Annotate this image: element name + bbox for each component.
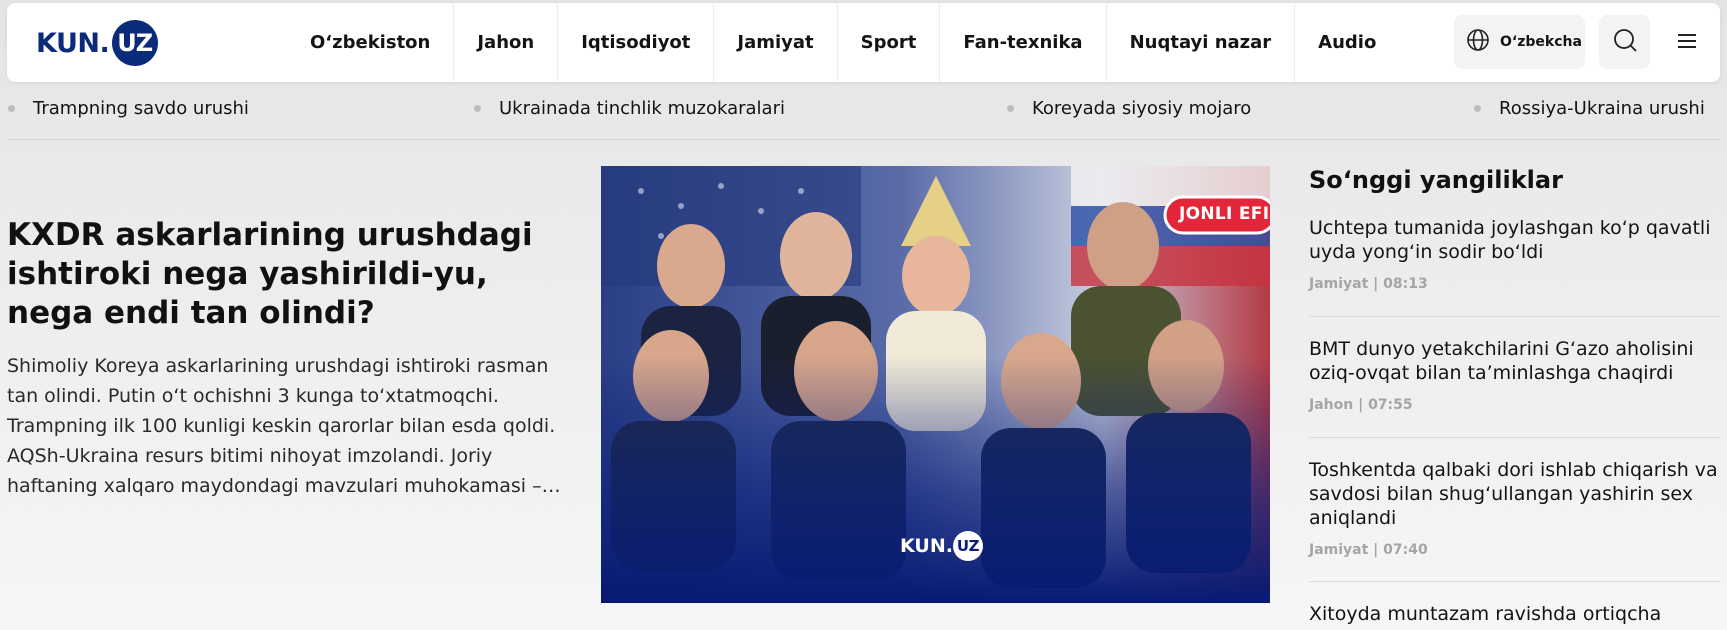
topic-label: Koreyada siyosiy mojaro [1032,98,1252,119]
topic-russia-ukraine-war[interactable]: Rossiya-Ukraina urushi [1474,98,1705,119]
divider [1309,581,1721,582]
nav-society[interactable]: Jamiyat [714,3,838,82]
news-meta: Jamiyat | 08:13 [1309,276,1428,292]
news-title: BMT dunyo yetakchilarini G‘azo aholisini… [1309,338,1694,384]
news-item[interactable]: Xitoyda muntazam ravishda ortiqcha ishla… [1309,602,1721,630]
topic-trade-war[interactable]: Trampning savdo urushi [8,98,249,119]
nav-science-tech[interactable]: Fan-texnika [940,3,1107,82]
lead-article-description: Shimoliy Koreya askarlarining urushdagi … [7,355,561,497]
bullet-icon [474,105,481,112]
nav-world[interactable]: Jahon [454,3,559,82]
nav-uzbekistan[interactable]: O‘zbekiston [287,3,455,82]
divider [7,139,1720,140]
divider [1309,437,1721,438]
site-header: KUN . UZ O‘zbekiston Jahon Iqtisodiyot J… [7,3,1720,82]
live-badge: JONLI EFIR [1179,204,1270,224]
search-icon [1612,27,1638,57]
news-title: Toshkentda qalbaki dori ishlab chiqarish… [1309,459,1718,529]
hamburger-menu-icon [1676,32,1698,54]
language-selector-button[interactable]: O‘zbekcha [1454,15,1585,69]
lead-article-title[interactable]: KXDR askarlarining urushdagi ishtiroki n… [7,216,567,333]
news-meta: Jahon | 07:55 [1309,397,1413,413]
latest-news-heading: So‘nggi yangiliklar [1309,166,1563,194]
logo-text: KUN [36,27,100,59]
trending-topics: Trampning savdo urushi Ukrainada tinchli… [0,88,1727,140]
logo-dot: . [99,27,110,59]
news-title: Xitoyda muntazam ravishda ortiqcha ishla… [1309,603,1662,630]
news-item[interactable]: BMT dunyo yetakchilarini G‘azo aholisini… [1309,337,1721,413]
news-meta: Jamiyat | 07:40 [1309,542,1428,558]
language-label: O‘zbekcha [1500,34,1582,50]
site-logo[interactable]: KUN . UZ [36,20,158,66]
bullet-icon [8,105,15,112]
topic-korea-conflict[interactable]: Koreyada siyosiy mojaro [1007,98,1251,119]
topic-label: Ukrainada tinchlik muzokaralari [499,98,785,119]
news-item[interactable]: Toshkentda qalbaki dori ishlab chiqarish… [1309,458,1721,558]
topic-ukraine-peace[interactable]: Ukrainada tinchlik muzokaralari [474,98,785,119]
logo-badge: UZ [111,20,158,66]
nav-opinion[interactable]: Nuqtayi nazar [1107,3,1296,82]
nav-economy[interactable]: Iqtisodiyot [558,3,715,82]
bullet-icon [1007,105,1014,112]
topic-label: Trampning savdo urushi [33,98,249,119]
lead-article-image[interactable]: JONLI EFIR KUN. UZ [601,166,1270,603]
bullet-icon [1474,105,1481,112]
globe-icon [1466,28,1490,56]
main-nav: O‘zbekiston Jahon Iqtisodiyot Jamiyat Sp… [287,3,1399,82]
divider [1309,316,1721,317]
menu-button[interactable] [1669,25,1704,60]
image-watermark: KUN. UZ [900,531,983,561]
news-title: Uchtepa tumanida joylashgan ko‘p qavatli… [1309,217,1711,263]
search-button[interactable] [1599,15,1650,69]
topic-label: Rossiya-Ukraina urushi [1499,98,1705,119]
news-item[interactable]: Uchtepa tumanida joylashgan ko‘p qavatli… [1309,216,1721,292]
nav-audio[interactable]: Audio [1295,3,1399,82]
nav-sport[interactable]: Sport [838,3,941,82]
